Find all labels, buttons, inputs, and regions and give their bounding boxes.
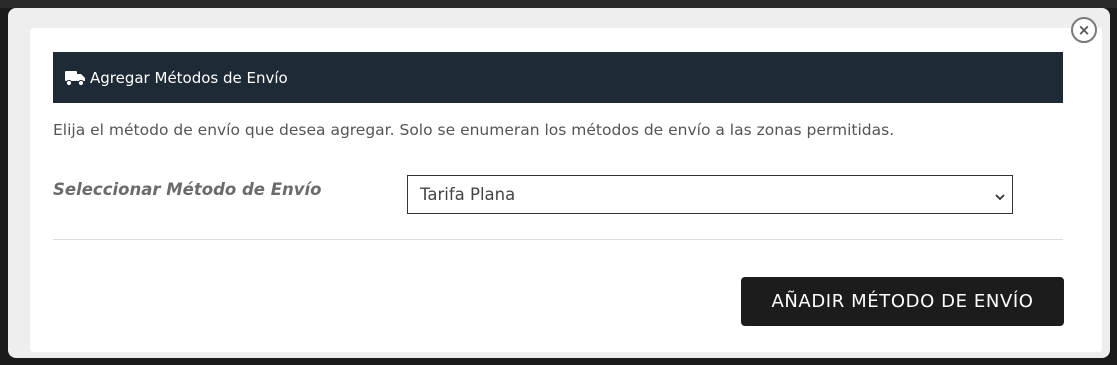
shipping-method-selected-value: Tarifa Plana [420, 185, 516, 204]
chevron-down-icon [994, 188, 1006, 201]
add-shipping-method-button[interactable]: AÑADIR MÉTODO DE ENVÍO [741, 277, 1064, 326]
modal-description: Elija el método de envío que desea agreg… [53, 121, 895, 139]
close-icon: × [1077, 20, 1091, 39]
shipping-method-label: Seleccionar Método de Envío [53, 180, 322, 199]
divider [53, 239, 1063, 240]
close-button[interactable]: × [1071, 17, 1097, 43]
modal-title: Agregar Métodos de Envío [90, 68, 288, 87]
shipping-method-select[interactable]: Tarifa Plana [407, 175, 1013, 214]
modal-header: Agregar Métodos de Envío [53, 52, 1063, 103]
truck-icon [65, 70, 86, 86]
page-backdrop [0, 0, 1117, 8]
